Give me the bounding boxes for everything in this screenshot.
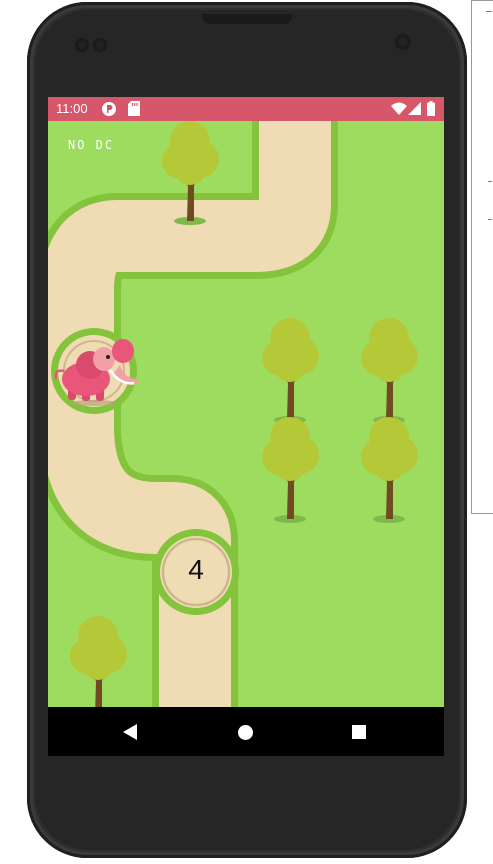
- battery-icon: [427, 101, 435, 116]
- step-counter-number: 4: [188, 554, 204, 585]
- recents-button[interactable]: [352, 725, 366, 739]
- game-canvas: [48, 121, 444, 707]
- debug-overlay: NO DC: [68, 138, 115, 152]
- front-sensor: [93, 38, 107, 52]
- wifi-icon: [391, 102, 407, 115]
- home-button[interactable]: [238, 725, 253, 740]
- panel-mark: [488, 219, 492, 220]
- proximity-sensor: [395, 34, 411, 50]
- sd-card-icon: [128, 101, 140, 116]
- front-camera: [75, 38, 89, 52]
- cellular-signal-icon: [408, 102, 421, 115]
- panel-mark: [488, 181, 492, 182]
- side-panel: [471, 0, 493, 514]
- app-notification-icon: [102, 102, 116, 116]
- game-map[interactable]: NO DC 4: [48, 121, 444, 707]
- earpiece: [202, 14, 292, 24]
- back-button[interactable]: [123, 724, 137, 740]
- device-screen: 11:00 NO DC 4: [48, 97, 444, 756]
- navigation-bar: [48, 707, 444, 756]
- status-bar: 11:00: [48, 97, 444, 121]
- panel-mark: [486, 11, 492, 12]
- step-counter[interactable]: 4: [163, 539, 229, 605]
- status-time: 11:00: [56, 101, 88, 116]
